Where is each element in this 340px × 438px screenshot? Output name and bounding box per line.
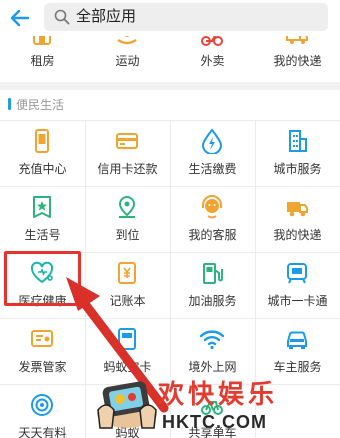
app-label: 租房: [30, 54, 55, 68]
credit-card-icon: [116, 133, 138, 149]
apps-panel-top: 租房 运动 外卖 我的快递: [0, 36, 340, 82]
house-icon: [33, 36, 51, 45]
watermark-url: HKTC.COM: [162, 412, 267, 432]
water-drop-icon: [201, 128, 223, 154]
app-my-service[interactable]: 我的客服: [170, 186, 255, 252]
invoice-icon: [31, 330, 53, 347]
eye-icon: [31, 394, 53, 416]
app-label: 城市一卡通: [267, 294, 328, 308]
app-city-services[interactable]: 城市服务: [255, 120, 340, 186]
sport-icon: [117, 36, 137, 45]
app-label: 天天有料: [18, 426, 67, 438]
app-daowei[interactable]: 到位: [85, 186, 170, 252]
app-label: 我的客服: [188, 228, 237, 242]
app-label: 我的快递: [273, 54, 322, 68]
app-label: 充值中心: [18, 162, 67, 176]
location-icon: [118, 195, 136, 218]
section-title: 便民生活: [16, 97, 65, 112]
back-arrow-icon[interactable]: [8, 6, 32, 30]
app-my-express[interactable]: 我的快递: [255, 186, 340, 252]
app-recharge-center[interactable]: 充值中心: [0, 120, 85, 186]
building-icon: [289, 130, 307, 152]
app-life-account[interactable]: 生活号: [0, 186, 85, 252]
app-label: 信用卡还款: [97, 162, 158, 176]
app-label: 记账本: [109, 294, 146, 308]
app-invoice-manager[interactable]: 发票管家: [0, 318, 85, 384]
app-label: 城市服务: [273, 162, 322, 176]
watermark-title: 欢快娱乐: [158, 380, 279, 410]
app-daily-news[interactable]: 天天有料: [0, 384, 85, 438]
highlight-box: [4, 251, 81, 306]
phone-icon: [35, 129, 49, 153]
truck-icon: [286, 36, 308, 44]
game-controller-icon: [97, 381, 157, 429]
app-ledger[interactable]: 记账本: [85, 252, 170, 318]
app-fuel-service[interactable]: 加油服务: [170, 252, 255, 318]
app-label: 发票管家: [18, 360, 67, 374]
wifi-icon: [199, 330, 225, 350]
app-express-top[interactable]: 我的快递: [255, 36, 340, 82]
app-credit-card-repay[interactable]: 信用卡还款: [85, 120, 170, 186]
car-icon: [287, 331, 307, 349]
search-text: 全部应用: [76, 8, 137, 25]
transit-card-icon: [287, 263, 307, 284]
section-header: 便民生活: [8, 96, 64, 112]
app-sport[interactable]: 运动: [85, 36, 170, 82]
search-icon: [54, 9, 70, 25]
app-label: 生活号: [24, 228, 61, 242]
app-rent[interactable]: 租房: [0, 36, 85, 82]
bike-icon: [201, 36, 223, 46]
search-box[interactable]: 全部应用: [44, 3, 328, 31]
app-city-card[interactable]: 城市一卡通: [255, 252, 340, 318]
ledger-icon: [118, 262, 136, 284]
app-label: 我的快递: [273, 228, 322, 242]
app-utility-bills[interactable]: 生活缴费: [170, 120, 255, 186]
app-label: 生活缴费: [188, 162, 237, 176]
card-icon: [118, 328, 136, 350]
app-label: 到位: [115, 228, 140, 242]
top-bar: 全部应用: [0, 0, 340, 36]
app-label: 外卖: [200, 54, 225, 68]
truck-icon: [287, 202, 308, 217]
section-accent-bar: [8, 98, 11, 110]
app-label: 加油服务: [188, 294, 237, 308]
app-takeout[interactable]: 外卖: [170, 36, 255, 82]
app-label: 运动: [115, 54, 140, 68]
fuel-pump-icon: [203, 263, 223, 284]
watermark: 欢快娱乐 HKTC.COM: [92, 370, 340, 438]
star-badge-icon: [33, 196, 51, 218]
headset-icon: [202, 195, 222, 219]
